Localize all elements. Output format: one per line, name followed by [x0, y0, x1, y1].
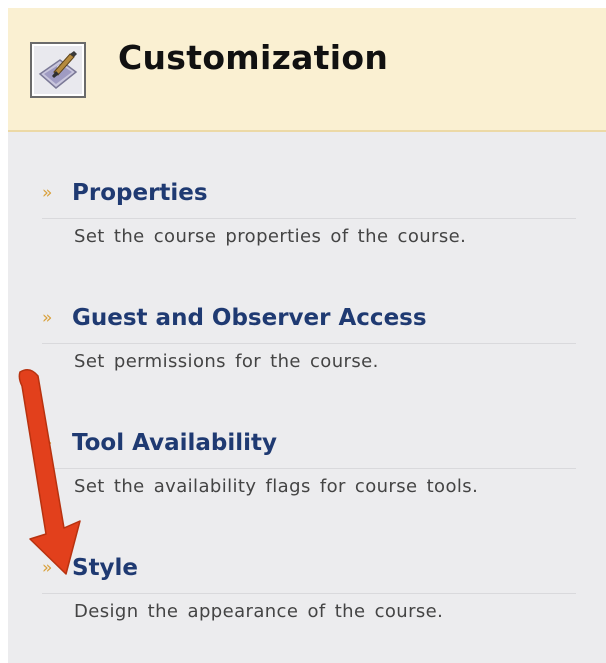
bullet-chevron-icon: »	[42, 558, 53, 578]
guest-observer-access-link[interactable]: Guest and Observer Access	[72, 301, 427, 335]
page-title: Customization	[118, 38, 389, 77]
bullet-chevron-icon: »	[42, 308, 53, 328]
list-item-tool-availability: » Tool Availability Set the availability…	[42, 426, 576, 497]
panel-header: Customization	[8, 8, 606, 132]
tool-availability-link[interactable]: Tool Availability	[72, 426, 277, 460]
item-row: » Guest and Observer Access	[42, 301, 576, 344]
properties-link[interactable]: Properties	[72, 176, 208, 210]
item-description: Design the appearance of the course.	[74, 601, 444, 622]
item-description: Set permissions for the course.	[74, 351, 379, 372]
item-description: Set the course properties of the course.	[74, 226, 467, 247]
item-description: Set the availability flags for course to…	[74, 476, 479, 497]
list-item-guest-observer: » Guest and Observer Access Set permissi…	[42, 301, 576, 372]
item-row: » Style	[42, 551, 576, 594]
customization-panel: Customization » Properties Set the cours…	[8, 8, 606, 663]
bullet-chevron-icon: »	[42, 183, 53, 203]
bullet-chevron-icon: »	[42, 433, 53, 453]
item-row: » Properties	[42, 176, 576, 219]
list-item-properties: » Properties Set the course properties o…	[42, 176, 576, 247]
style-link[interactable]: Style	[72, 551, 138, 585]
customization-palette-icon	[30, 42, 86, 98]
list-item-style: » Style Design the appearance of the cou…	[42, 551, 576, 622]
item-row: » Tool Availability	[42, 426, 576, 469]
